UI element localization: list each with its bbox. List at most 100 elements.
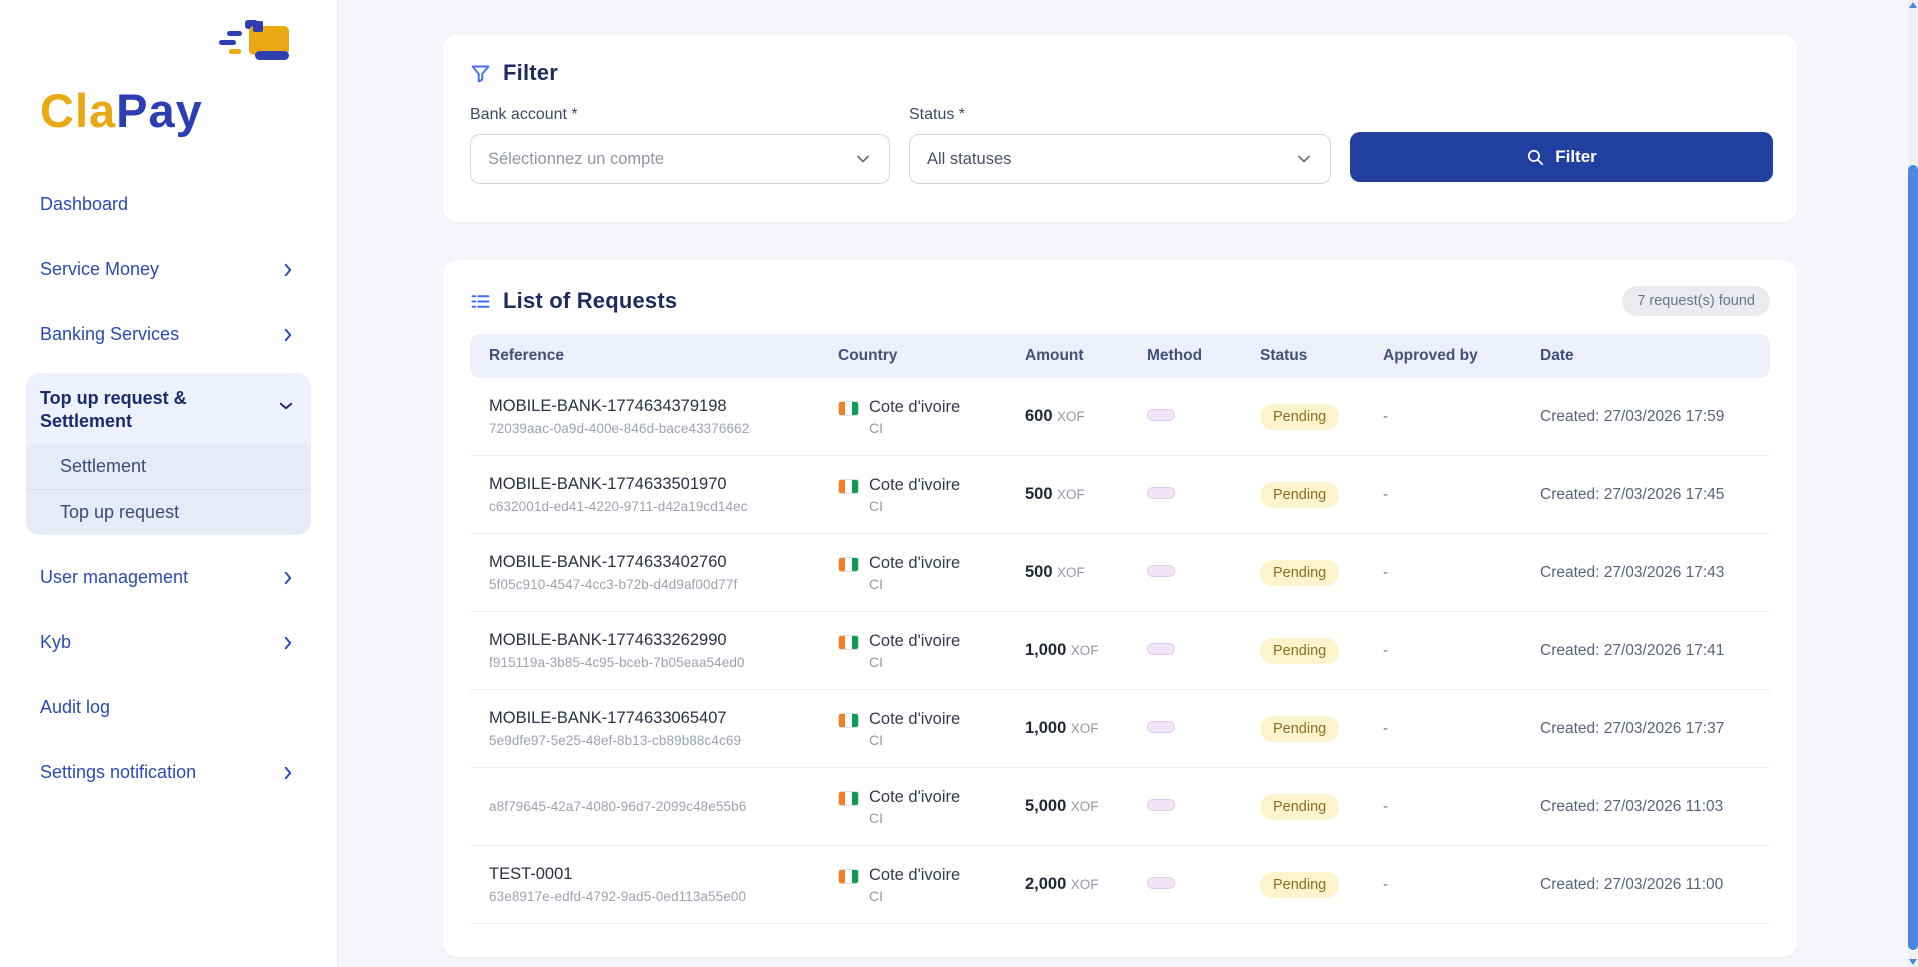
amount-value: 500 <box>1025 485 1053 503</box>
method-cell <box>1147 564 1260 582</box>
date-cell: Created: 27/03/2026 17:43 <box>1540 563 1725 581</box>
sidebar-item-label: Top up request & Settlement <box>40 388 187 431</box>
column-header-method: Method <box>1147 347 1203 364</box>
sidebar-item-top-up-request[interactable]: Top up request <box>26 490 311 535</box>
country-name: Cote d'ivoire <box>869 631 961 650</box>
cote-divoire-flag-icon <box>838 868 859 884</box>
reference-uuid: 72039aac-0a9d-400e-846d-bace43376662 <box>489 421 750 436</box>
sidebar-submenu: Settlement Top up request <box>26 444 311 535</box>
status-badge: Pending <box>1260 715 1340 742</box>
method-cell <box>1147 408 1260 426</box>
sidebar-item-label: Dashboard <box>40 194 129 214</box>
chevron-right-icon <box>279 634 297 652</box>
country-code: CI <box>869 887 883 904</box>
country-code: CI <box>869 809 883 826</box>
country-name: Cote d'ivoire <box>869 553 961 572</box>
approved-by-cell: - <box>1383 486 1388 503</box>
sidebar-item-banking-services[interactable]: Banking Services <box>26 314 311 355</box>
amount-currency: XOF <box>1070 877 1099 892</box>
method-pill <box>1147 720 1175 733</box>
bank-account-field-group: Bank account * Sélectionnez un compte <box>470 106 890 184</box>
reference-cell: MOBILE-BANK-1774633402760 5f05c910-4547-… <box>489 553 838 592</box>
amount-cell: 500 XOF <box>1025 563 1147 582</box>
column-header-reference: Reference <box>489 347 564 364</box>
method-pill <box>1147 486 1175 499</box>
method-cell <box>1147 486 1260 504</box>
status-badge: Pending <box>1260 871 1340 898</box>
reference-id: MOBILE-BANK-1774633065407 <box>489 709 727 727</box>
country-name: Cote d'ivoire <box>869 709 961 728</box>
sidebar-item-label: Banking Services <box>40 324 180 344</box>
sidebar-item-service-money[interactable]: Service Money <box>26 249 311 290</box>
filter-button-label: Filter <box>1555 147 1597 166</box>
sidebar-item-kyb[interactable]: Kyb <box>26 622 311 663</box>
status-badge: Pending <box>1260 637 1340 664</box>
status-field-group: Status * All statuses <box>909 106 1331 184</box>
cote-divoire-flag-icon <box>838 712 859 728</box>
column-header-date: Date <box>1540 347 1574 364</box>
sidebar-item-topup-settlement[interactable]: Top up request & Settlement <box>26 373 311 444</box>
sidebar-item-settings-notification[interactable]: Settings notification <box>26 752 311 793</box>
scrollbar-thumb[interactable] <box>1908 165 1918 950</box>
sidebar-item-settlement[interactable]: Settlement <box>26 444 311 490</box>
method-pill <box>1147 408 1175 421</box>
filter-panel: Filter Bank account * Sélectionnez un co… <box>443 35 1797 222</box>
table-row[interactable]: MOBILE-BANK-1774633262990 f915119a-3b85-… <box>470 612 1770 690</box>
method-pill <box>1147 642 1175 655</box>
country-cell: Cote d'ivoire CI <box>838 632 1025 670</box>
sidebar-item-label: User management <box>40 567 189 587</box>
sidebar: ClaPay Dashboard Service Money Banking S… <box>0 0 338 967</box>
chevron-right-icon <box>279 261 297 279</box>
table-row[interactable]: a8f79645-42a7-4080-96d7-2099c48e55b6 Cot… <box>470 768 1770 846</box>
method-cell <box>1147 798 1260 816</box>
method-cell <box>1147 876 1260 894</box>
country-name: Cote d'ivoire <box>869 397 961 416</box>
country-name: Cote d'ivoire <box>869 787 961 806</box>
amount-cell: 600 XOF <box>1025 407 1147 426</box>
cote-divoire-flag-icon <box>838 400 859 416</box>
sidebar-item-user-management[interactable]: User management <box>26 557 311 598</box>
table-row[interactable]: MOBILE-BANK-1774633065407 5e9dfe97-5e25-… <box>470 690 1770 768</box>
vertical-scrollbar[interactable] <box>1908 0 1918 967</box>
amount-currency: XOF <box>1070 643 1099 658</box>
date-cell: Created: 27/03/2026 17:45 <box>1540 485 1725 503</box>
table-row[interactable]: TEST-0001 63e8917e-edfd-4792-9ad5-0ed113… <box>470 846 1770 924</box>
approved-by-cell: - <box>1383 408 1388 425</box>
table-row[interactable]: MOBILE-BANK-1774633402760 5f05c910-4547-… <box>470 534 1770 612</box>
sidebar-item-dashboard[interactable]: Dashboard <box>26 184 311 225</box>
country-code: CI <box>869 575 883 592</box>
country-cell: Cote d'ivoire CI <box>838 866 1025 904</box>
sidebar-item-audit-log[interactable]: Audit log <box>26 687 311 728</box>
amount-cell: 1,000 XOF <box>1025 641 1147 660</box>
sidebar-item-label: Kyb <box>40 632 72 652</box>
amount-value: 1,000 <box>1025 641 1067 659</box>
amount-currency: XOF <box>1070 721 1099 736</box>
bank-account-label: Bank account * <box>470 106 578 123</box>
scrollbar-arrow-up-icon[interactable] <box>1909 2 1917 8</box>
filter-button[interactable]: Filter <box>1350 132 1773 182</box>
bank-account-select[interactable]: Sélectionnez un compte <box>470 134 890 184</box>
sidebar-item-label: Settings notification <box>40 762 197 782</box>
main-content: Filter Bank account * Sélectionnez un co… <box>338 0 1918 967</box>
status-cell: Pending <box>1260 793 1383 820</box>
country-cell: Cote d'ivoire CI <box>838 476 1025 514</box>
filter-button-group: Filter <box>1350 106 1773 184</box>
scrollbar-arrow-down-icon[interactable] <box>1909 959 1917 965</box>
approved-by-cell: - <box>1383 876 1388 893</box>
reference-cell: MOBILE-BANK-1774633501970 c632001d-ed41-… <box>489 475 838 514</box>
date-cell: Created: 27/03/2026 17:37 <box>1540 719 1725 737</box>
amount-currency: XOF <box>1056 565 1085 580</box>
table-row[interactable]: MOBILE-BANK-1774634379198 72039aac-0a9d-… <box>470 378 1770 456</box>
approved-by-cell: - <box>1383 564 1388 581</box>
filter-title: Filter <box>503 60 558 85</box>
table-row[interactable]: MOBILE-BANK-1774633501970 c632001d-ed41-… <box>470 456 1770 534</box>
status-select[interactable]: All statuses <box>909 134 1331 184</box>
clapay-logo[interactable]: ClaPay <box>40 20 289 138</box>
chevron-right-icon <box>279 326 297 344</box>
date-cell: Created: 27/03/2026 17:41 <box>1540 641 1725 659</box>
list-title: List of Requests <box>503 288 678 313</box>
method-pill <box>1147 876 1175 889</box>
reference-uuid: a8f79645-42a7-4080-96d7-2099c48e55b6 <box>489 799 747 814</box>
filter-funnel-icon <box>470 63 491 84</box>
clapay-wordmark: ClaPay <box>40 84 203 137</box>
